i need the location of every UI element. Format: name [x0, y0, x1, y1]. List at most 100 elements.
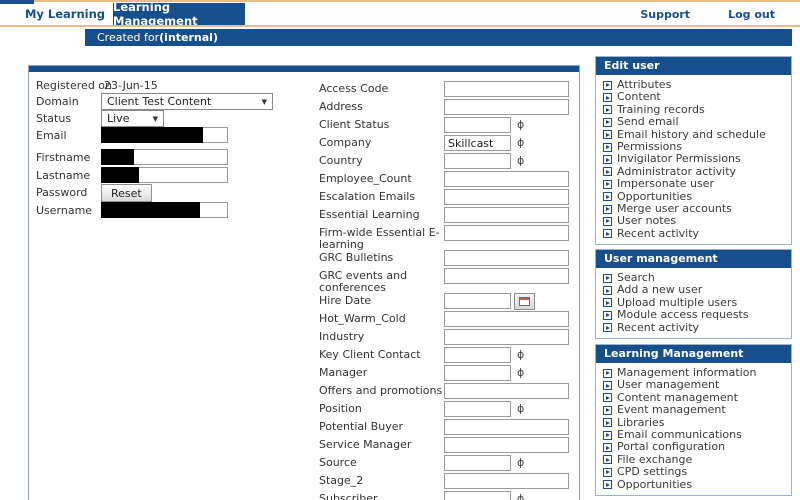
- arrow-bullet-icon: [603, 443, 612, 453]
- sidebar-item-label: Recent activity: [617, 226, 700, 240]
- field-input-client-status[interactable]: [444, 117, 511, 133]
- field-input-potential-buyer[interactable]: [444, 419, 569, 435]
- lookup-icon[interactable]: ϕ: [517, 118, 524, 132]
- lookup-icon[interactable]: ϕ: [517, 456, 524, 470]
- email-field-wrap: [101, 127, 228, 143]
- sidebar-item-user-management[interactable]: User management: [603, 378, 785, 392]
- sidebar-panel-body: Attributes Content Training records Send em…: [596, 75, 791, 244]
- field-input-key-client-contact[interactable]: [444, 347, 511, 363]
- sidebar-panel-edit-user: Edit user Attributes Content Training recor…: [595, 56, 792, 246]
- sidebar-item-add-a-new-user[interactable]: Add a new user: [603, 283, 785, 297]
- sidebar-item-content[interactable]: Content: [603, 90, 785, 104]
- arrow-bullet-icon: [603, 204, 612, 214]
- sidebar-item-label: Event management: [617, 403, 726, 417]
- field-label-grc-events-and-conferences: GRC events and conferences: [319, 269, 408, 294]
- sidebar-item-user-notes[interactable]: User notes: [603, 214, 785, 227]
- sidebar-item-label: User management: [617, 378, 720, 392]
- firstname-redaction: [101, 149, 135, 165]
- tab-my-learning-label: My Learning: [24, 7, 106, 21]
- field-input-offers-and-promotions[interactable]: [444, 383, 569, 399]
- sidebar-item-module-access-requests[interactable]: Module access requests: [603, 308, 785, 321]
- sidebar-item-label: Content: [617, 90, 661, 104]
- status-select-value: Live: [107, 112, 130, 125]
- field-label-offers-and-promotions: Offers and promotions: [319, 384, 443, 397]
- lookup-icon[interactable]: ϕ: [517, 402, 524, 416]
- field-label-stage-2: Stage_2: [319, 474, 364, 487]
- field-input-address[interactable]: [444, 99, 569, 115]
- field-input-service-manager[interactable]: [444, 437, 569, 453]
- firstname-field-wrap: [101, 149, 228, 165]
- sidebar-panel-title: Learning Management: [596, 345, 791, 363]
- email-redaction: [101, 127, 203, 143]
- created-for-banner: Created for (internal): [85, 29, 792, 46]
- lookup-icon[interactable]: ϕ: [517, 366, 524, 380]
- arrow-bullet-icon: [603, 155, 612, 165]
- status-select[interactable]: Live ▼: [101, 110, 164, 127]
- lookup-icon[interactable]: ϕ: [517, 136, 524, 150]
- sidebar-item-impersonate-user[interactable]: Impersonate user: [603, 177, 785, 190]
- field-input-source[interactable]: [444, 455, 511, 471]
- field-input-company[interactable]: [444, 135, 511, 151]
- field-input-grc-bulletins[interactable]: [444, 250, 569, 266]
- arrow-bullet-icon: [603, 430, 612, 440]
- field-input-essential-learning[interactable]: [444, 207, 569, 223]
- field-input-position[interactable]: [444, 401, 511, 417]
- arrow-bullet-icon: [603, 405, 612, 415]
- domain-select[interactable]: Client Test Content ▼: [101, 93, 273, 110]
- field-input-subscriber[interactable]: [444, 491, 511, 500]
- arrow-bullet-icon: [603, 192, 612, 202]
- panel-top-strip: [29, 66, 579, 72]
- sidebar-item-invigilator-permissions[interactable]: Invigilator Permissions: [603, 152, 785, 166]
- chevron-down-icon: ▼: [152, 114, 158, 123]
- field-label-firm-wide-essential-e-learning: Firm-wide Essential E-learning: [319, 226, 440, 251]
- field-input-employee-count[interactable]: [444, 171, 569, 187]
- field-input-escalation-emails[interactable]: [444, 189, 569, 205]
- sidebar-item-event-management[interactable]: Event management: [603, 403, 785, 417]
- field-label-essential-learning: Essential Learning: [319, 208, 420, 221]
- sidebar-panel-body: Management information User management Con…: [596, 363, 791, 495]
- field-input-manager[interactable]: [444, 365, 511, 381]
- sidebar-item-cpd-settings[interactable]: CPD settings: [603, 465, 785, 478]
- password-reset-button[interactable]: Reset: [101, 184, 152, 202]
- tab-learning-management-label: Learning Management: [113, 0, 198, 28]
- lookup-icon[interactable]: ϕ: [517, 348, 524, 362]
- field-input-country[interactable]: [444, 153, 511, 169]
- arrow-bullet-icon: [603, 273, 612, 283]
- username-label: Username: [36, 204, 93, 217]
- arrow-bullet-icon: [603, 418, 612, 428]
- arrow-bullet-icon: [603, 368, 612, 378]
- field-label-company: Company: [319, 136, 372, 149]
- arrow-bullet-icon: [603, 216, 612, 226]
- tab-learning-management[interactable]: Learning Management: [113, 0, 245, 28]
- field-input-firm-wide-essential-e-learning[interactable]: [444, 225, 569, 241]
- support-link[interactable]: Support: [640, 8, 690, 21]
- field-input-stage-2[interactable]: [444, 473, 569, 489]
- field-input-hot-warm-cold[interactable]: [444, 311, 569, 327]
- field-label-employee-count: Employee_Count: [319, 172, 412, 185]
- sidebar-item-label: Add a new user: [617, 283, 703, 297]
- firstname-label: Firstname: [36, 151, 91, 164]
- sidebar-item-label: Send email: [617, 115, 679, 129]
- sidebar-item-label: Invigilator Permissions: [617, 152, 741, 166]
- sidebar-panel-learning-management: Learning Management Management informatio…: [595, 344, 792, 496]
- sidebar-item-portal-configuration[interactable]: Portal configuration: [603, 440, 785, 453]
- field-input-access-code[interactable]: [444, 81, 569, 97]
- sidebar-item-opportunities[interactable]: Opportunities: [603, 478, 785, 491]
- logout-link[interactable]: Log out: [728, 8, 775, 21]
- field-input-industry[interactable]: [444, 329, 569, 345]
- field-input-hire-date[interactable]: [444, 293, 511, 309]
- tab-my-learning[interactable]: My Learning: [20, 3, 110, 25]
- lookup-icon[interactable]: ϕ: [517, 492, 524, 500]
- field-label-position: Position: [319, 402, 362, 415]
- lookup-icon[interactable]: ϕ: [517, 154, 524, 168]
- sidebar-item-send-email[interactable]: Send email: [603, 115, 785, 129]
- sidebar-item-recent-activity[interactable]: Recent activity: [603, 321, 785, 334]
- arrow-bullet-icon: [603, 130, 612, 140]
- field-input-grc-events-and-conferences[interactable]: [444, 268, 569, 284]
- registered-on-label: Registered on: [36, 79, 112, 92]
- sidebar-item-recent-activity[interactable]: Recent activity: [603, 226, 785, 240]
- arrow-bullet-icon: [603, 229, 612, 239]
- arrow-bullet-icon: [603, 455, 612, 465]
- calendar-icon[interactable]: [514, 293, 535, 310]
- arrow-bullet-icon: [603, 142, 612, 152]
